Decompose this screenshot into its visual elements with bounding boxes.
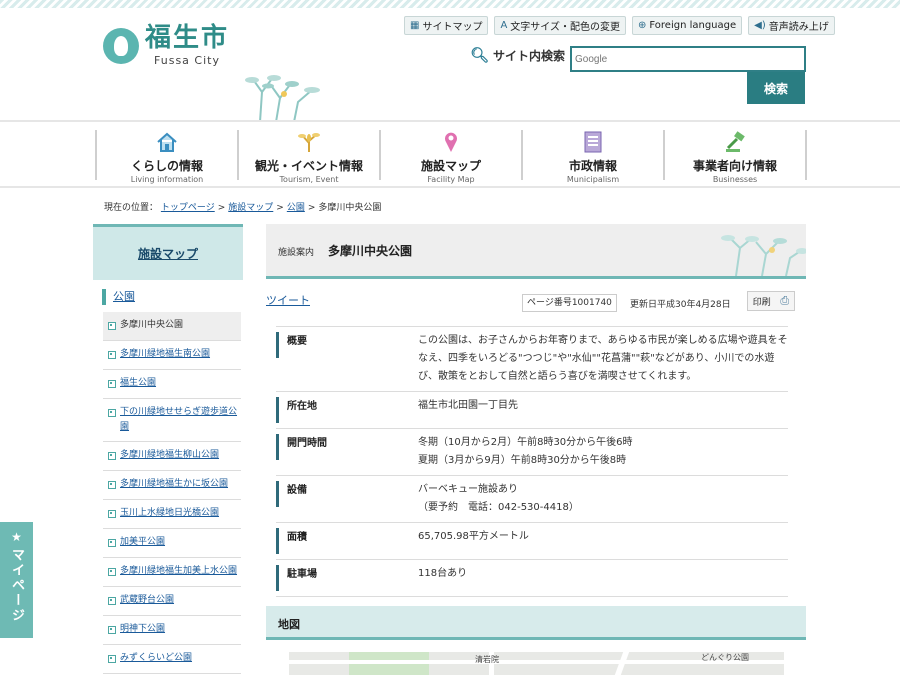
updated-date: 更新日平成30年4月28日 (630, 300, 731, 310)
page-number: ページ番号1001740 (522, 294, 617, 312)
nav-item-tourism[interactable]: 観光・イベント情報 Tourism, Event (237, 130, 379, 184)
map-heading: 地図 (266, 606, 806, 640)
gavel-icon (665, 130, 805, 154)
plant-decoration-icon (721, 235, 806, 276)
list-item[interactable]: 多摩川緑地福生かに坂公園 (103, 471, 241, 500)
text-size-icon: A (500, 20, 508, 31)
speaker-icon: ◀) (754, 20, 766, 31)
list-item[interactable]: 多摩川緑地福生南公園 (103, 341, 241, 370)
list-item[interactable]: 多摩川緑地福生加美上水公園 (103, 558, 241, 587)
map-pin-icon (381, 130, 521, 154)
map-label: 清岩院 (475, 655, 499, 664)
tweet-link[interactable]: ツイート (266, 292, 310, 308)
utility-links: ▦ サイトマップ A 文字サイズ・配色の変更 ⊕ Foreign language ◀… (404, 16, 835, 35)
list-item[interactable]: 福生公園 (103, 370, 241, 399)
logo-english: Fussa City (154, 54, 220, 67)
facility-info-table: 概要 この公園は、お子さんからお年寄りまで、あらゆる市民が楽しめる広場や遊具をそ… (276, 326, 788, 597)
map-view[interactable]: 清岩院 どんぐり公園 (289, 652, 784, 675)
global-nav: くらしの情報 Living information 観光・イベント情報 Tour… (95, 130, 807, 184)
plant-icon (239, 130, 379, 154)
house-icon (97, 130, 237, 154)
row-label: 概要 (276, 332, 418, 358)
table-row: 駐車場 118台あり (276, 559, 788, 597)
nav-item-living[interactable]: くらしの情報 Living information (95, 130, 237, 184)
row-value: 福生市北田園一丁目先 (418, 391, 788, 429)
site-search-label: 🔍︎ サイト内検索 (470, 46, 566, 64)
globe-icon: ⊕ (638, 20, 647, 31)
list-item[interactable]: みずくらいど公園 (103, 645, 241, 674)
star-icon: ★ (11, 530, 22, 544)
row-label: 開門時間 (276, 434, 418, 460)
nav-item-business[interactable]: 事業者向け情報 Businesses (663, 130, 807, 184)
sidebar-heading[interactable]: 施設マップ (93, 224, 243, 280)
printer-icon: ⎙ (780, 294, 790, 307)
document-icon (523, 130, 663, 154)
sidebar-item-tamagawa-chuo[interactable]: 多摩川中央公園 (103, 312, 241, 341)
map-label: どんぐり公園 (701, 653, 749, 662)
sidebar-category-parks[interactable]: 公園 (102, 289, 135, 305)
table-row: 所在地 福生市北田園一丁目先 (276, 391, 788, 429)
row-value: 65,705.98平方メートル (418, 522, 788, 560)
nav-item-facility-map[interactable]: 施設マップ Facility Map (379, 130, 521, 184)
list-item[interactable]: 玉川上水緑地日光橋公園 (103, 500, 241, 529)
sidebar-park-list: 多摩川中央公園 多摩川緑地福生南公園 福生公園 下の川緑地せせらぎ遊歩道公園 多… (103, 312, 241, 674)
row-label: 所在地 (276, 397, 418, 423)
search-icon: 🔍︎ (470, 46, 490, 64)
search-button[interactable]: 検索 (747, 72, 805, 104)
sitemap-icon: ▦ (410, 20, 420, 31)
breadcrumb-link-facility-map[interactable]: 施設マップ (228, 203, 273, 213)
list-item[interactable]: 加美平公園 (103, 529, 241, 558)
list-item[interactable]: 多摩川緑地福生柳山公園 (103, 442, 241, 471)
list-item[interactable]: 武蔵野台公園 (103, 587, 241, 616)
breadcrumb-link-top[interactable]: トップページ (161, 203, 215, 213)
print-button[interactable]: 印刷 ⎙ (747, 291, 795, 311)
row-value: 冬期（10月から2月）午前8時30分から午後6時 夏期（3月から9月）午前8時3… (418, 428, 788, 476)
row-value: 118台あり (418, 559, 788, 597)
breadcrumb-link-parks[interactable]: 公園 (287, 203, 305, 213)
page-title-bar: 施設案内 多摩川中央公園 (266, 224, 806, 279)
row-label: 駐車場 (276, 565, 418, 591)
breadcrumb: 現在の位置： トップページ > 施設マップ > 公園 > 多摩川中央公園 (104, 203, 382, 213)
title-prefix: 施設案内 (278, 248, 315, 258)
search-input[interactable] (570, 46, 806, 72)
logo-japanese: 福生市 (145, 23, 230, 53)
top-decoration-stripe (0, 0, 900, 8)
breadcrumb-current: 多摩川中央公園 (318, 203, 382, 213)
table-row: 面積 65,705.98平方メートル (276, 522, 788, 560)
speech-button[interactable]: ◀) 音声読み上げ (748, 16, 835, 35)
site-logo[interactable]: 福生市 Fussa City (103, 24, 229, 67)
list-item[interactable]: 下の川緑地せせらぎ遊歩道公園 (103, 399, 241, 442)
table-row: 概要 この公園は、お子さんからお年寄りまで、あらゆる市民が楽しめる広場や遊具をそ… (276, 326, 788, 392)
nav-item-municipal[interactable]: 市政情報 Municipalism (521, 130, 663, 184)
row-value: バーベキュー施設あり （要予約 電話：042-530-4418） (418, 475, 788, 523)
plant-decoration-icon (245, 75, 320, 122)
row-label: 面積 (276, 528, 418, 554)
table-row: 設備 バーベキュー施設あり （要予約 電話：042-530-4418） (276, 475, 788, 523)
text-size-button[interactable]: A 文字サイズ・配色の変更 (494, 16, 626, 35)
global-nav-bar: くらしの情報 Living information 観光・イベント情報 Tour… (0, 120, 900, 188)
row-value: この公園は、お子さんからお年寄りまで、あらゆる市民が楽しめる広場や遊具をそなえ、… (418, 326, 788, 392)
row-label: 設備 (276, 481, 418, 507)
foreign-language-button[interactable]: ⊕ Foreign language (632, 16, 743, 35)
city-emblem-icon (103, 27, 139, 64)
table-row: 開門時間 冬期（10月から2月）午前8時30分から午後6時 夏期（3月から9月）… (276, 428, 788, 476)
sitemap-button[interactable]: ▦ サイトマップ (404, 16, 489, 35)
mypage-tab[interactable]: ★ マイページ (0, 522, 33, 638)
page-title: 多摩川中央公園 (328, 244, 413, 258)
list-item[interactable]: 明神下公園 (103, 616, 241, 645)
